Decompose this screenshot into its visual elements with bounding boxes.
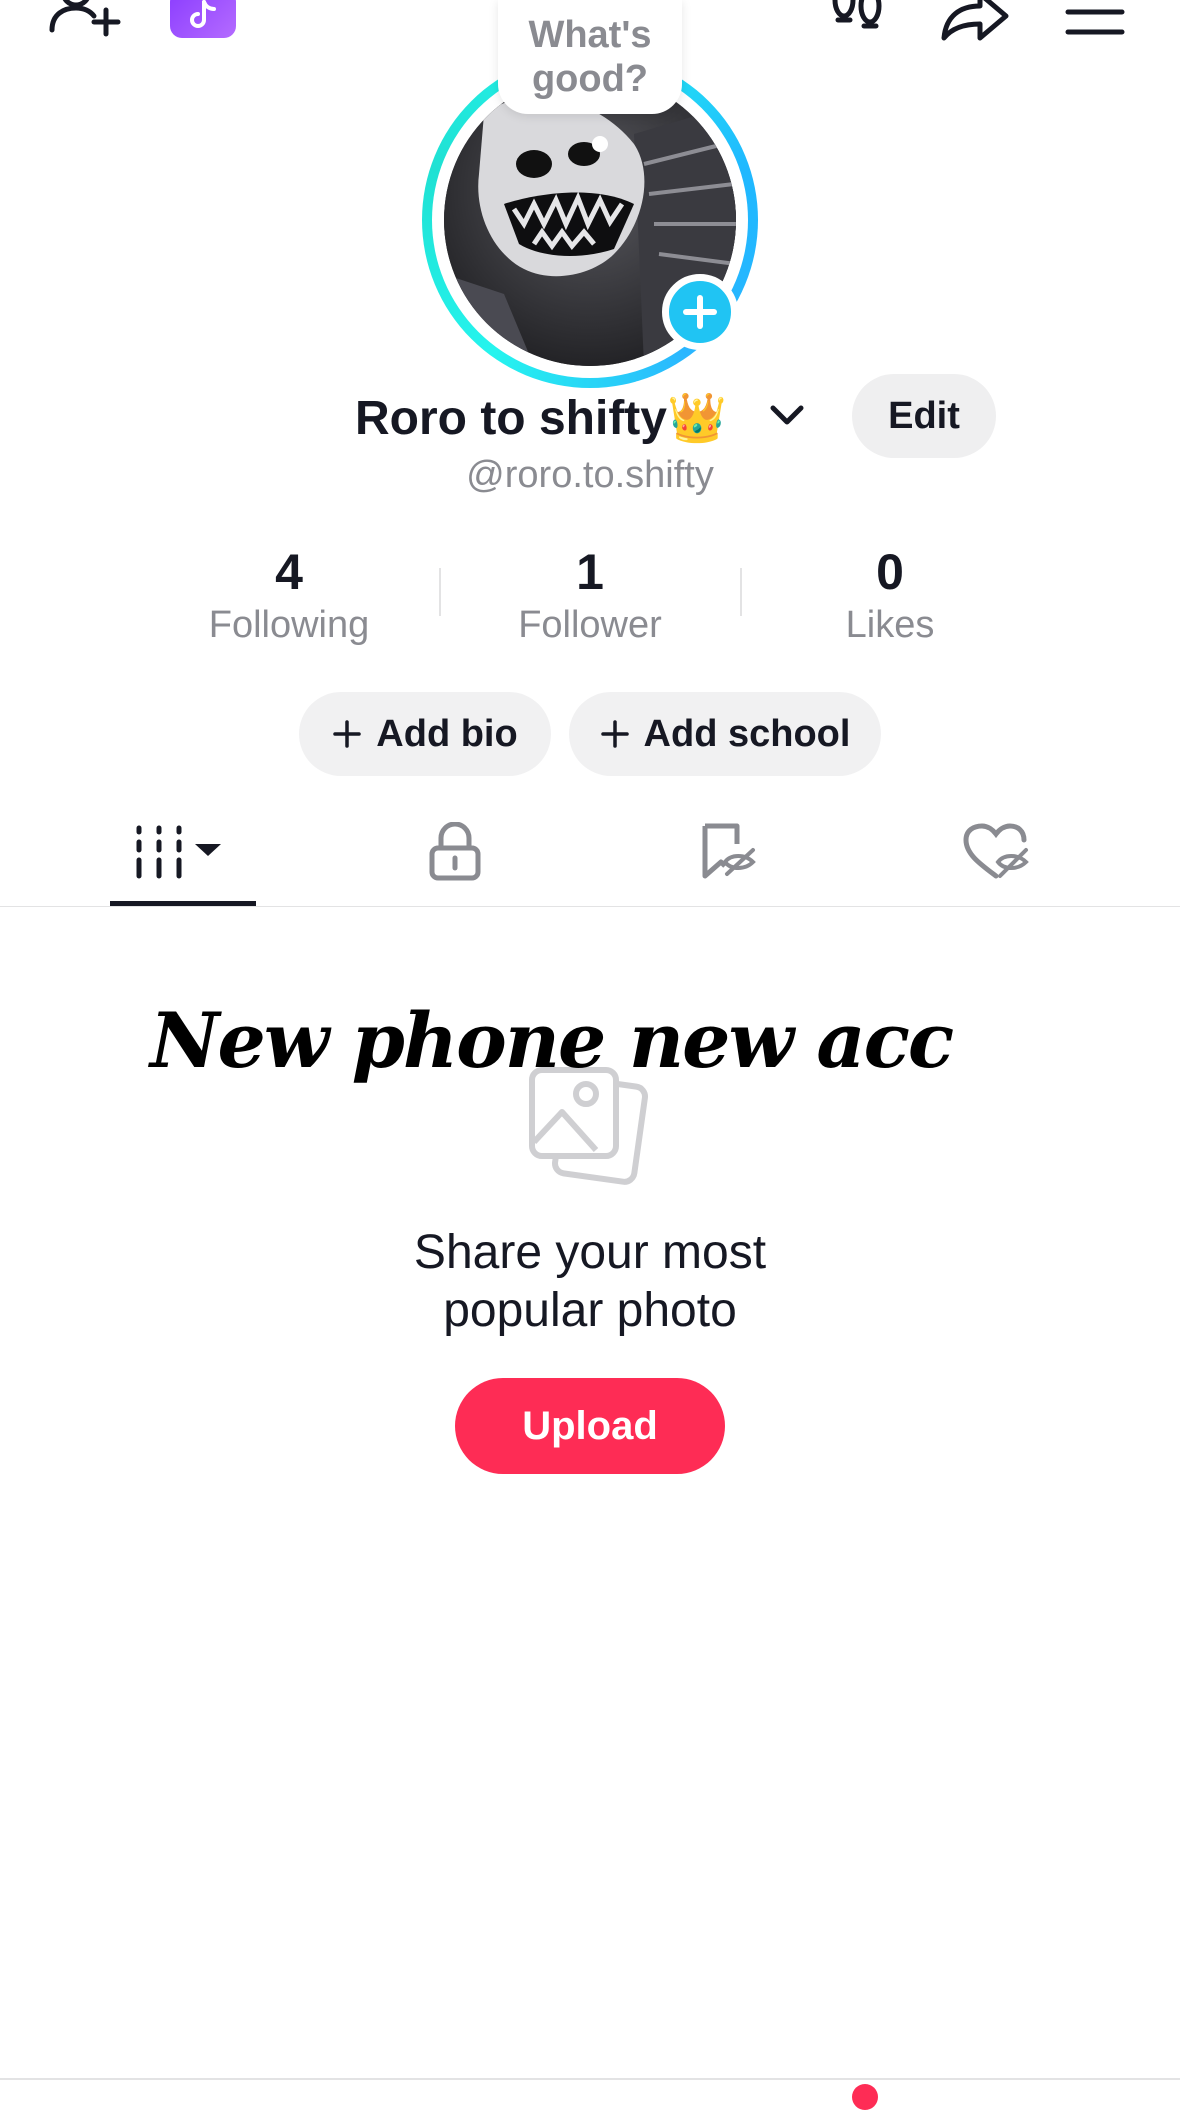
stat-label: Following: [208, 604, 370, 646]
bubble-tail-dot: [592, 136, 608, 152]
empty-state-title: Share your most popular photo: [0, 1224, 1180, 1340]
tab-videos[interactable]: [110, 800, 256, 904]
username-handle: @roro.to.shifty: [466, 454, 714, 496]
stat-followers[interactable]: 1 Follower: [440, 542, 740, 648]
stat-value: 1: [576, 544, 604, 600]
add-school-button[interactable]: Add school: [569, 692, 881, 776]
grid-dropdown-icon: [136, 825, 221, 879]
tiktok-badge-icon[interactable]: [170, 0, 236, 38]
tab-saved[interactable]: [672, 800, 782, 904]
bubble-text-line1: What's: [528, 14, 652, 56]
tab-private[interactable]: [400, 800, 510, 904]
chevron-down-icon[interactable]: [768, 400, 806, 430]
stat-value: 0: [876, 544, 904, 600]
bottom-nav-divider: [0, 2078, 1180, 2080]
add-bio-label: Add bio: [376, 712, 518, 755]
bookmark-hidden-icon: [702, 823, 756, 879]
text-overlay: New phone new acc: [150, 996, 954, 1085]
empty-title-line2: popular photo: [443, 1284, 737, 1337]
add-school-label: Add school: [643, 712, 851, 755]
tabs-divider: [0, 906, 1180, 907]
footprints-icon[interactable]: [826, 0, 888, 46]
notification-dot: [852, 2084, 878, 2110]
upload-button[interactable]: Upload: [455, 1378, 725, 1474]
share-icon[interactable]: [938, 0, 1012, 46]
stat-label: Likes: [845, 604, 935, 646]
heart-hidden-icon: [963, 823, 1029, 879]
plus-icon: [333, 720, 362, 748]
stat-likes[interactable]: 0 Likes: [740, 542, 1040, 648]
menu-icon[interactable]: [1064, 0, 1126, 40]
plus-icon: [600, 720, 629, 748]
plus-icon: [683, 295, 717, 329]
stat-value: 4: [275, 544, 303, 600]
add-bio-button[interactable]: Add bio: [299, 692, 551, 776]
stat-following[interactable]: 4 Following: [139, 542, 439, 648]
empty-title-line1: Share your most: [413, 1226, 767, 1279]
edit-profile-button[interactable]: Edit: [852, 374, 996, 458]
add-friend-icon[interactable]: [48, 0, 122, 46]
lock-icon: [429, 822, 481, 881]
display-name[interactable]: Roro to shifty👑: [355, 384, 727, 450]
status-bubble[interactable]: What's good?: [498, 0, 682, 114]
bubble-text-line2: good?: [531, 58, 649, 100]
tab-liked[interactable]: [942, 800, 1052, 904]
stat-label: Follower: [518, 604, 662, 646]
add-story-button[interactable]: [662, 274, 738, 350]
